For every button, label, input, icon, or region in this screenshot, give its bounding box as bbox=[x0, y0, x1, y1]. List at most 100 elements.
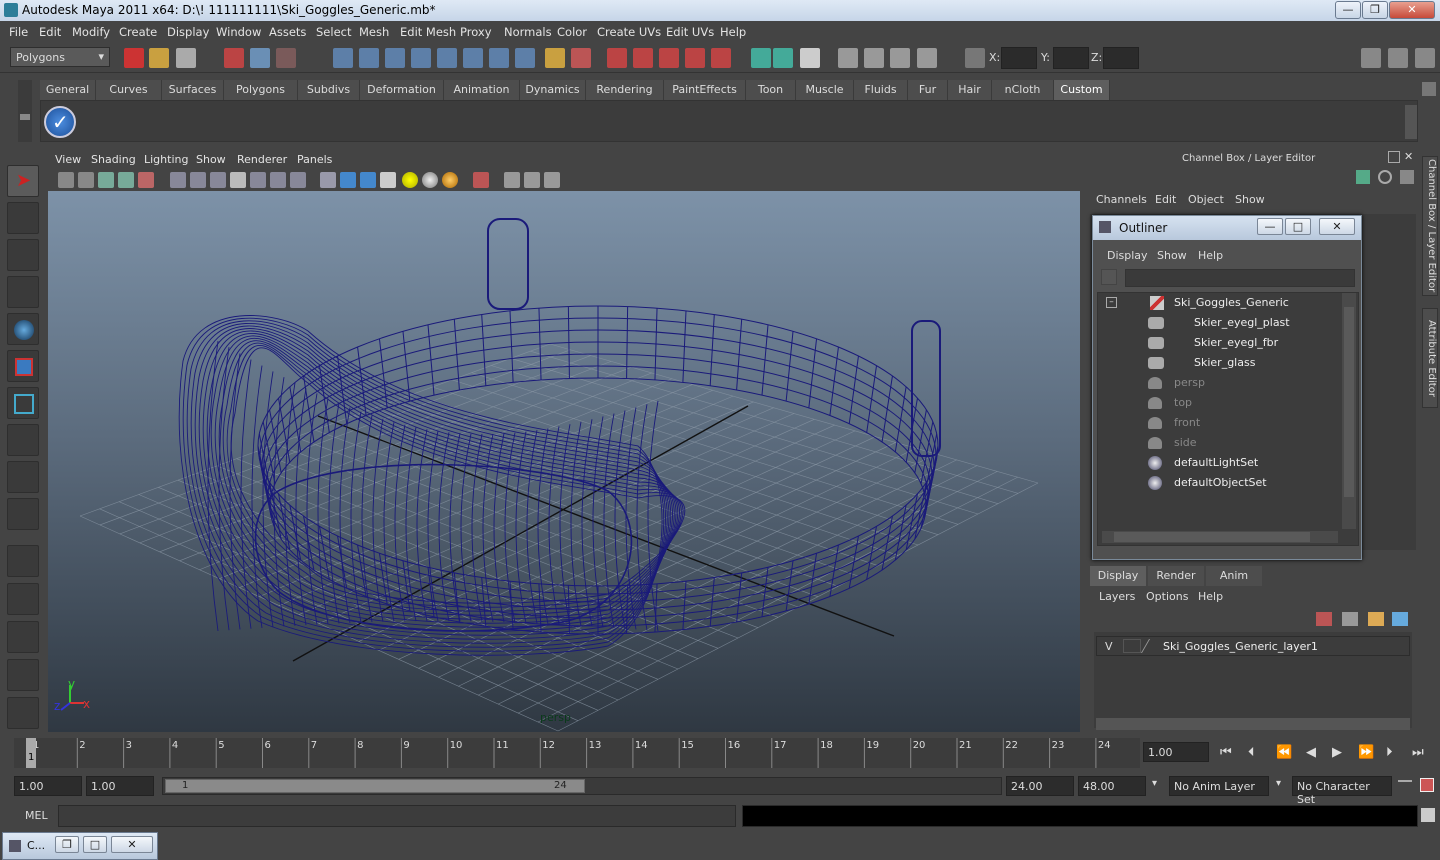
rotate-tool-icon[interactable] bbox=[7, 350, 39, 382]
transform-fields-icon[interactable] bbox=[965, 48, 985, 68]
tab-dynamics[interactable]: Dynamics bbox=[520, 80, 586, 100]
move-channel-icon[interactable] bbox=[1356, 170, 1370, 184]
layer-help-menu[interactable]: Help bbox=[1198, 590, 1223, 603]
menu-color[interactable]: Color bbox=[557, 25, 587, 39]
mel-label[interactable]: MEL bbox=[25, 809, 48, 822]
menu-assets[interactable]: Assets bbox=[269, 25, 306, 39]
history-icon[interactable] bbox=[489, 48, 509, 68]
last-tool-icon[interactable] bbox=[7, 498, 39, 530]
render-frame-icon[interactable] bbox=[607, 48, 627, 68]
outliner-vscrollbar[interactable] bbox=[1342, 293, 1356, 529]
hardware-texturing-icon[interactable] bbox=[360, 172, 376, 188]
z-field[interactable] bbox=[1103, 47, 1139, 69]
menu-edit[interactable]: Edit bbox=[39, 25, 61, 39]
tab-surfaces[interactable]: Surfaces bbox=[162, 80, 224, 100]
minimized-window[interactable]: C... ❐ □ ✕ bbox=[2, 832, 158, 860]
scale-tool-icon[interactable] bbox=[7, 387, 39, 419]
show-tool-settings-icon[interactable] bbox=[1388, 48, 1408, 68]
script-editor-icon[interactable] bbox=[1421, 808, 1435, 822]
shadows-icon[interactable] bbox=[270, 172, 286, 188]
outliner-vscroll-thumb[interactable] bbox=[1344, 307, 1354, 497]
outliner-row-ski-goggles[interactable]: Ski_Goggles_Generic bbox=[1098, 293, 1338, 313]
resolution-gate-icon[interactable] bbox=[380, 172, 396, 188]
lasso-tool-icon[interactable] bbox=[7, 202, 39, 234]
tab-painteffects[interactable]: PaintEffects bbox=[664, 80, 746, 100]
tab-display-layers[interactable]: Display bbox=[1090, 566, 1146, 586]
outliner-layout-icon[interactable] bbox=[7, 621, 39, 653]
bookmarks-icon[interactable] bbox=[98, 172, 114, 188]
trash-icon[interactable] bbox=[1422, 82, 1436, 96]
tab-curves[interactable]: Curves bbox=[96, 80, 162, 100]
time-slider[interactable]: 1 2 3 4 5 6 7 8 9 10 11 12 13 14 15 16 17 18 19 20 21 22 23 24 … bbox=[14, 738, 1140, 768]
new-layer-icon[interactable] bbox=[1368, 612, 1384, 626]
outliner-display-menu[interactable]: Display bbox=[1107, 249, 1148, 262]
tab-hair[interactable]: Hair bbox=[948, 80, 992, 100]
tab-general[interactable]: General bbox=[40, 80, 96, 100]
hypershade-icon[interactable] bbox=[685, 48, 705, 68]
panel-menu-renderer[interactable]: Renderer bbox=[237, 153, 287, 166]
range-slider-handle[interactable]: 1 24 bbox=[165, 779, 585, 793]
move-layer-down-icon[interactable] bbox=[1342, 612, 1358, 626]
outliner-maximize-button[interactable]: □ bbox=[1285, 218, 1311, 235]
panel-menu-panels[interactable]: Panels bbox=[297, 153, 332, 166]
default-light-icon[interactable] bbox=[402, 172, 418, 188]
lock-icon[interactable] bbox=[545, 48, 565, 68]
y-field[interactable] bbox=[1053, 47, 1089, 69]
ipr-render-icon[interactable] bbox=[633, 48, 653, 68]
close-button[interactable]: ✕ bbox=[1389, 1, 1435, 19]
menu-edit-mesh[interactable]: Edit Mesh bbox=[400, 25, 456, 39]
minimized-maximize-button[interactable]: □ bbox=[83, 836, 107, 853]
menu-mesh[interactable]: Mesh bbox=[359, 25, 389, 39]
snap-plane-icon[interactable] bbox=[411, 48, 431, 68]
menu-normals[interactable]: Normals bbox=[504, 25, 552, 39]
graph-layout-icon[interactable] bbox=[7, 659, 39, 691]
channels-edit-menu[interactable]: Edit bbox=[1155, 193, 1176, 206]
attribute-editor-icon[interactable] bbox=[838, 48, 858, 68]
step-back-key-icon[interactable]: ⏪ bbox=[1276, 745, 1292, 760]
tab-toon[interactable]: Toon bbox=[746, 80, 796, 100]
render-view-icon[interactable] bbox=[711, 48, 731, 68]
menu-proxy[interactable]: Proxy bbox=[460, 25, 492, 39]
viewport-persp[interactable]: persp y x z bbox=[48, 191, 1080, 732]
tab-attribute-editor[interactable]: Attribute Editor bbox=[1422, 308, 1438, 408]
camera-attributes-icon[interactable] bbox=[78, 172, 94, 188]
safe-action-icon[interactable] bbox=[524, 172, 540, 188]
tab-channel-box-layer-editor[interactable]: Channel Box / Layer Editor bbox=[1422, 156, 1438, 296]
image-plane-icon[interactable] bbox=[118, 172, 134, 188]
tab-muscle[interactable]: Muscle bbox=[796, 80, 854, 100]
tool-settings-icon[interactable] bbox=[864, 48, 884, 68]
tab-custom[interactable]: Custom bbox=[1054, 80, 1110, 100]
options-menu[interactable]: Options bbox=[1146, 590, 1188, 603]
close-panel-icon[interactable]: ✕ bbox=[1404, 150, 1416, 163]
move-tool-icon[interactable] bbox=[7, 313, 39, 345]
playback-end-field[interactable]: 24.00 bbox=[1006, 776, 1074, 796]
panel-menu-view[interactable]: View bbox=[55, 153, 81, 166]
relative-icon[interactable] bbox=[773, 48, 793, 68]
select-tool-icon[interactable]: ➤ bbox=[7, 165, 39, 197]
snap-surface-icon[interactable] bbox=[437, 48, 457, 68]
sidebar-toggle-icon[interactable] bbox=[800, 48, 820, 68]
channels-show-menu[interactable]: Show bbox=[1235, 193, 1265, 206]
camera-select-icon[interactable] bbox=[58, 172, 74, 188]
layer-type-toggle[interactable] bbox=[1123, 639, 1141, 653]
channels-menu[interactable]: Channels bbox=[1096, 193, 1147, 206]
outliner-help-menu[interactable]: Help bbox=[1198, 249, 1223, 262]
animation-start-field[interactable]: 1.00 bbox=[14, 776, 82, 796]
outliner-row-front[interactable]: front bbox=[1098, 413, 1338, 433]
menu-select[interactable]: Select bbox=[316, 25, 351, 39]
outliner-row-default-light-set[interactable]: defaultLightSet bbox=[1098, 453, 1338, 473]
mel-input[interactable] bbox=[58, 805, 736, 827]
paint-select-tool-icon[interactable] bbox=[7, 239, 39, 271]
menu-display[interactable]: Display bbox=[167, 25, 209, 39]
anim-layer-select[interactable]: No Anim Layer bbox=[1169, 776, 1269, 796]
hypershade-layout-icon[interactable] bbox=[7, 697, 39, 729]
playback-start-field[interactable]: 1.00 bbox=[86, 776, 154, 796]
xray-icon[interactable] bbox=[290, 172, 306, 188]
show-attribute-editor-icon[interactable] bbox=[1361, 48, 1381, 68]
all-lights-icon[interactable] bbox=[422, 172, 438, 188]
outliner-row-default-object-set[interactable]: defaultObjectSet bbox=[1098, 473, 1338, 493]
outliner-show-menu[interactable]: Show bbox=[1157, 249, 1187, 262]
new-layer-selected-icon[interactable] bbox=[1392, 612, 1408, 626]
anim-layer-chevron-icon[interactable]: ▾ bbox=[1152, 778, 1157, 789]
single-pane-layout-icon[interactable] bbox=[7, 545, 39, 577]
